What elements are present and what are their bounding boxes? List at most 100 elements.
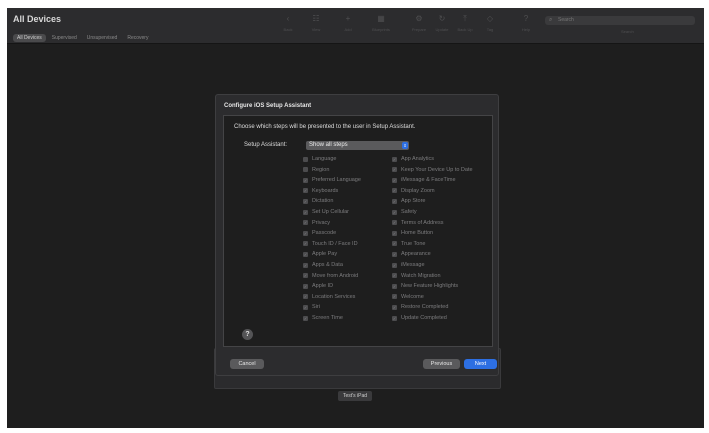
- toolbar-help-button[interactable]: ? Help: [513, 13, 539, 39]
- step-label: Language: [312, 156, 337, 162]
- checkmark-icon: ✓: [392, 177, 397, 183]
- step-checkbox[interactable]: ✓ Apple ID: [303, 282, 333, 290]
- update-icon: ↻: [438, 14, 446, 23]
- chevron-updown-icon: ⇕: [402, 142, 408, 149]
- step-checkbox[interactable]: ✓ Terms of Address: [392, 219, 444, 227]
- app-window: All Devices All Devices Supervised Unsup…: [7, 8, 704, 428]
- step-checkbox[interactable]: ✓ iMessage & FaceTime: [392, 176, 456, 184]
- toolbar-tag-button[interactable]: ◇ Tag: [477, 13, 503, 39]
- step-checkbox[interactable]: ✓ Screen Time: [303, 314, 343, 322]
- filter-tab-supervised[interactable]: Supervised: [48, 34, 81, 42]
- toolbar-add-button[interactable]: + Add: [335, 13, 361, 39]
- checkmark-icon: ✓: [392, 156, 397, 162]
- step-label: Display Zoom: [401, 187, 435, 194]
- step-label: True Tone: [401, 240, 426, 247]
- step-label: Siri: [312, 304, 320, 311]
- back-icon: ‹: [286, 14, 290, 23]
- instructions-text: Choose which steps will be presented to …: [234, 124, 416, 130]
- step-checkbox[interactable]: ✓ Apple Pay: [303, 250, 337, 258]
- step-checkbox[interactable]: ✓ Passcode: [303, 229, 336, 237]
- filter-tab-unsupervised[interactable]: Unsupervised: [83, 34, 122, 42]
- backup-icon: ⤒: [463, 14, 467, 23]
- checkmark-icon: ✓: [303, 230, 308, 236]
- search-label: Search: [621, 29, 634, 34]
- step-checkbox[interactable]: ✓ Dictation: [303, 197, 333, 205]
- next-button[interactable]: Next: [464, 359, 497, 369]
- step-label: Apple ID: [312, 283, 334, 290]
- step-checkbox[interactable]: ✓ Keep Your Device Up to Date: [392, 166, 473, 174]
- step-checkbox[interactable]: ✓ App Analytics: [392, 155, 434, 163]
- filter-tab-all-devices[interactable]: All Devices: [13, 34, 46, 42]
- step-checkbox[interactable]: ✓ Welcome: [392, 293, 424, 301]
- step-label: Update Completed: [401, 315, 447, 321]
- checkmark-icon: ✓: [392, 167, 397, 173]
- toolbar-view-button[interactable]: ☷ View: [303, 13, 329, 39]
- toolbar-back-button[interactable]: ‹ Back: [275, 13, 301, 39]
- checkmark-icon: ✓: [392, 315, 397, 321]
- step-checkbox[interactable]: ✓ Touch ID / Face ID: [303, 240, 358, 248]
- step-checkbox[interactable]: ✓ Preferred Language: [303, 176, 361, 184]
- checkbox-empty-icon: ✓: [303, 167, 308, 173]
- step-label: Watch Migration: [401, 272, 441, 279]
- checkmark-icon: ✓: [303, 209, 308, 215]
- help-button[interactable]: ?: [242, 329, 253, 340]
- step-label: Keyboards: [312, 187, 339, 194]
- checkmark-icon: ✓: [303, 262, 308, 268]
- step-label: iMessage & FaceTime: [401, 177, 456, 184]
- step-label: App Analytics: [401, 156, 435, 162]
- step-label: Passcode: [312, 230, 337, 237]
- search-placeholder: Search: [558, 17, 574, 23]
- checkmark-icon: ✓: [303, 177, 308, 183]
- step-label: New Feature Highlights: [401, 283, 459, 290]
- step-label: Appearance: [401, 251, 431, 258]
- step-checkbox[interactable]: ✓ Set Up Cellular: [303, 208, 349, 216]
- step-checkbox[interactable]: ✓ iMessage: [392, 261, 425, 269]
- checkmark-icon: ✓: [392, 294, 397, 300]
- search-input[interactable]: ⌕ Search: [545, 16, 695, 25]
- step-checkbox[interactable]: ✓ Move from Android: [303, 272, 358, 280]
- step-checkbox[interactable]: ✓ Siri: [303, 303, 320, 311]
- step-checkbox[interactable]: ✓ Display Zoom: [392, 187, 435, 195]
- step-checkbox[interactable]: ✓ Home Button: [392, 229, 433, 237]
- setup-assistant-select[interactable]: Show all steps ⇕: [306, 141, 409, 150]
- step-checkbox[interactable]: ✓ Update Completed: [392, 314, 447, 322]
- prepare-icon: ⚙: [415, 14, 423, 23]
- step-checkbox[interactable]: ✓ Appearance: [392, 250, 431, 258]
- previous-button[interactable]: Previous: [423, 359, 460, 369]
- step-checkbox[interactable]: ✓ True Tone: [392, 240, 425, 248]
- device-label[interactable]: Test's iPad: [338, 391, 373, 401]
- step-label: Home Button: [401, 230, 434, 237]
- step-checkbox[interactable]: ✓ Region: [303, 166, 329, 174]
- checkmark-icon: ✓: [303, 315, 308, 321]
- checkmark-icon: ✓: [392, 273, 397, 279]
- filter-tab-recovery[interactable]: Recovery: [123, 34, 152, 42]
- checkmark-icon: ✓: [303, 220, 308, 226]
- step-label: Apple Pay: [312, 251, 338, 258]
- step-label: Safety: [401, 209, 417, 215]
- checkmark-icon: ✓: [303, 251, 308, 257]
- step-label: Screen Time: [312, 315, 343, 321]
- step-checkbox[interactable]: ✓ App Store: [392, 197, 425, 205]
- view-icon: ☷: [312, 14, 320, 23]
- step-label: App Store: [401, 198, 426, 205]
- step-checkbox[interactable]: ✓ New Feature Highlights: [392, 282, 458, 290]
- step-checkbox[interactable]: ✓ Language: [303, 155, 336, 163]
- step-checkbox[interactable]: ✓ Watch Migration: [392, 272, 441, 280]
- dialog-title: Configure iOS Setup Assistant: [224, 103, 312, 109]
- step-label: Terms of Address: [401, 219, 444, 226]
- window-title: All Devices: [13, 14, 62, 24]
- step-checkbox[interactable]: ✓ Location Services: [303, 293, 355, 301]
- checkmark-icon: ✓: [392, 251, 397, 257]
- toolbar-blueprints-button[interactable]: ▦ Blueprints: [368, 13, 394, 39]
- cancel-button[interactable]: Cancel: [230, 359, 264, 369]
- checkmark-icon: ✓: [392, 220, 397, 226]
- step-checkbox[interactable]: ✓ Keyboards: [303, 187, 338, 195]
- step-label: Region: [312, 166, 330, 173]
- step-checkbox[interactable]: ✓ Apps & Data: [303, 261, 343, 269]
- toolbar-backup-button[interactable]: ⤒ Back Up: [452, 13, 478, 39]
- step-checkbox[interactable]: ✓ Restore Completed: [392, 303, 448, 311]
- checkmark-icon: ✓: [303, 273, 308, 279]
- step-checkbox[interactable]: ✓ Privacy: [303, 219, 330, 227]
- step-label: Restore Completed: [401, 304, 449, 311]
- step-checkbox[interactable]: ✓ Safety: [392, 208, 417, 216]
